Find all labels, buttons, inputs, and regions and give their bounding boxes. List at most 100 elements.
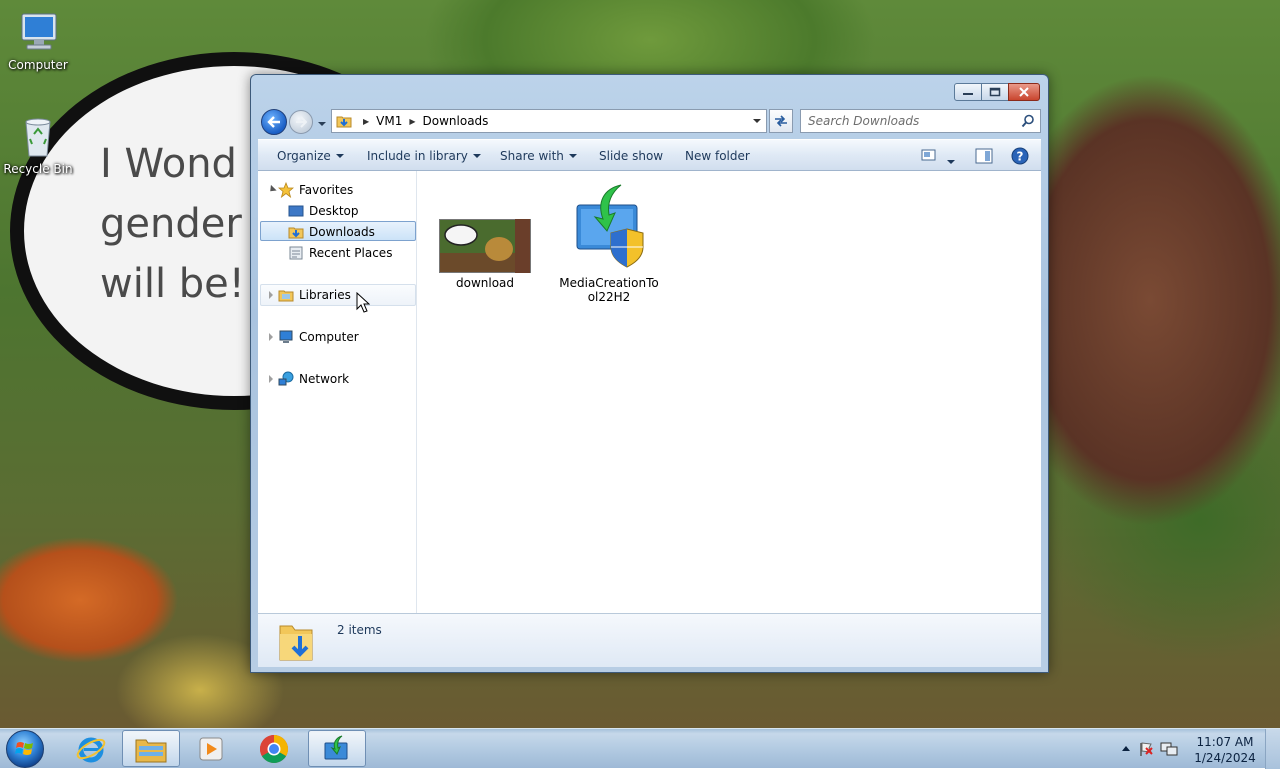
- view-icon: [921, 149, 936, 161]
- downloads-folder-icon: [288, 227, 304, 239]
- breadcrumb-chevron-icon[interactable]: ▶: [363, 117, 369, 126]
- chevron-down-icon: [472, 154, 481, 158]
- show-hidden-icons-icon[interactable]: [1122, 745, 1130, 751]
- nav-item-recent-places[interactable]: Recent Places: [288, 243, 392, 263]
- help-icon: ?: [1011, 147, 1029, 165]
- share-with-button[interactable]: Share with: [500, 149, 577, 163]
- command-bar: Organize Include in library Share with S…: [258, 139, 1041, 171]
- taskbar: 11:07 AM 1/24/2024: [0, 728, 1280, 769]
- maximize-button[interactable]: [981, 83, 1009, 101]
- taskbar-chrome[interactable]: [245, 730, 303, 767]
- refresh-icon: [775, 115, 787, 127]
- maximize-icon: [989, 87, 1001, 97]
- search-icon: [1021, 114, 1034, 128]
- file-item-mediacreationtool22h2[interactable]: MediaCreationTool22H2: [557, 183, 661, 304]
- include-in-library-button[interactable]: Include in library: [367, 149, 481, 163]
- organize-label: Organize: [277, 149, 331, 163]
- include-in-library-label: Include in library: [367, 149, 468, 163]
- navigation-pane[interactable]: Favorites Desktop Downloads Recent Place…: [258, 171, 417, 613]
- file-name: download: [455, 276, 515, 290]
- explorer-window[interactable]: ▶ VM1 ▶ Downloads Search Downloads Organ…: [250, 74, 1049, 673]
- search-placeholder: Search Downloads: [808, 114, 920, 128]
- nav-item-libraries[interactable]: Libraries: [278, 285, 351, 305]
- computer-icon: [279, 330, 293, 343]
- navigation-bar: ▶ VM1 ▶ Downloads Search Downloads: [259, 107, 1041, 135]
- taskbar-clock[interactable]: 11:07 AM 1/24/2024: [1194, 734, 1256, 766]
- details-pane: 2 items: [258, 613, 1041, 667]
- forward-button[interactable]: [289, 110, 313, 134]
- expand-favorites-icon[interactable]: [267, 184, 277, 195]
- organize-button[interactable]: Organize: [277, 149, 344, 163]
- preview-pane-button[interactable]: [975, 148, 993, 167]
- back-button[interactable]: [261, 109, 287, 135]
- view-options-dropdown[interactable]: [946, 154, 956, 168]
- desktop-icon-label: Computer: [8, 58, 68, 72]
- nav-item-favorites[interactable]: Favorites: [278, 180, 353, 200]
- file-name: MediaCreationTool22H2: [559, 276, 659, 304]
- desktop-icon-label: Recycle Bin: [3, 162, 73, 176]
- new-folder-button[interactable]: New folder: [685, 149, 750, 163]
- start-button[interactable]: [6, 730, 44, 768]
- breadcrumb-chevron-icon[interactable]: ▶: [409, 117, 415, 126]
- search-input[interactable]: Search Downloads: [800, 109, 1041, 133]
- nav-item-network[interactable]: Network: [278, 369, 349, 389]
- network-icon: [278, 371, 294, 386]
- taskbar-windows-media-player[interactable]: [182, 730, 240, 767]
- mouse-cursor-icon: [356, 292, 370, 313]
- address-bar[interactable]: ▶ VM1 ▶ Downloads: [331, 109, 767, 133]
- show-desktop-button[interactable]: [1265, 729, 1280, 769]
- recent-places-icon: [289, 246, 303, 260]
- refresh-button[interactable]: [769, 109, 793, 133]
- nav-label: Network: [299, 372, 350, 386]
- libraries-icon: [278, 290, 294, 302]
- expand-libraries-icon[interactable]: [269, 291, 273, 299]
- recent-pages-button[interactable]: [317, 117, 327, 131]
- desktop-icon-computer[interactable]: Computer: [0, 8, 76, 72]
- nav-label: Favorites: [299, 183, 354, 197]
- help-button[interactable]: ?: [1011, 147, 1029, 168]
- nav-item-computer[interactable]: Computer: [278, 327, 359, 347]
- minimize-icon: [963, 93, 973, 95]
- preview-pane-icon: [975, 148, 993, 164]
- action-center-flag-icon[interactable]: [1138, 741, 1154, 757]
- wallpaper-text: I Wond gender will be!: [100, 141, 245, 307]
- chevron-down-icon: [947, 160, 955, 164]
- svg-text:?: ?: [1017, 150, 1024, 164]
- nav-item-desktop[interactable]: Desktop: [288, 201, 359, 221]
- file-list[interactable]: download MediaCreationTool22H2: [416, 171, 1041, 613]
- taskbar-media-creation-tool[interactable]: [308, 730, 366, 767]
- desktop-icon-recycle-bin[interactable]: Recycle Bin: [0, 112, 76, 176]
- breadcrumb-vm1[interactable]: VM1: [376, 114, 402, 128]
- chevron-down-icon: [335, 154, 344, 158]
- recycle-bin-icon: [14, 112, 62, 160]
- close-icon: [1019, 87, 1029, 97]
- main-pane: Favorites Desktop Downloads Recent Place…: [258, 171, 1041, 613]
- file-item-download[interactable]: download: [435, 219, 535, 290]
- taskbar-windows-explorer[interactable]: [122, 730, 180, 767]
- clock-date: 1/24/2024: [1194, 751, 1256, 765]
- windows-logo-icon: [15, 742, 33, 755]
- clock-time: 11:07 AM: [1196, 735, 1254, 749]
- expand-computer-icon[interactable]: [269, 333, 273, 341]
- nav-label: Libraries: [299, 288, 351, 302]
- minimize-button[interactable]: [954, 83, 982, 101]
- star-icon: [278, 182, 294, 198]
- taskbar-internet-explorer[interactable]: [62, 730, 120, 767]
- close-button[interactable]: [1008, 83, 1040, 101]
- arrow-left-icon: [267, 116, 280, 128]
- address-dropdown-icon[interactable]: [752, 117, 762, 125]
- nav-item-downloads[interactable]: Downloads: [288, 222, 375, 242]
- nav-label: Desktop: [309, 204, 359, 218]
- system-tray: 11:07 AM 1/24/2024: [1110, 729, 1280, 769]
- slide-show-button[interactable]: Slide show: [599, 149, 663, 163]
- media-creation-tool-icon: [324, 735, 348, 759]
- chrome-icon: [260, 734, 288, 763]
- expand-network-icon[interactable]: [269, 375, 273, 383]
- arrow-right-icon: [296, 116, 307, 128]
- downloads-folder-icon: [336, 116, 352, 128]
- network-status-icon[interactable]: [1160, 741, 1178, 757]
- breadcrumb-downloads[interactable]: Downloads: [423, 114, 489, 128]
- nav-label: Computer: [299, 330, 359, 344]
- change-view-button[interactable]: [921, 148, 937, 165]
- desktop-icon: [288, 205, 304, 217]
